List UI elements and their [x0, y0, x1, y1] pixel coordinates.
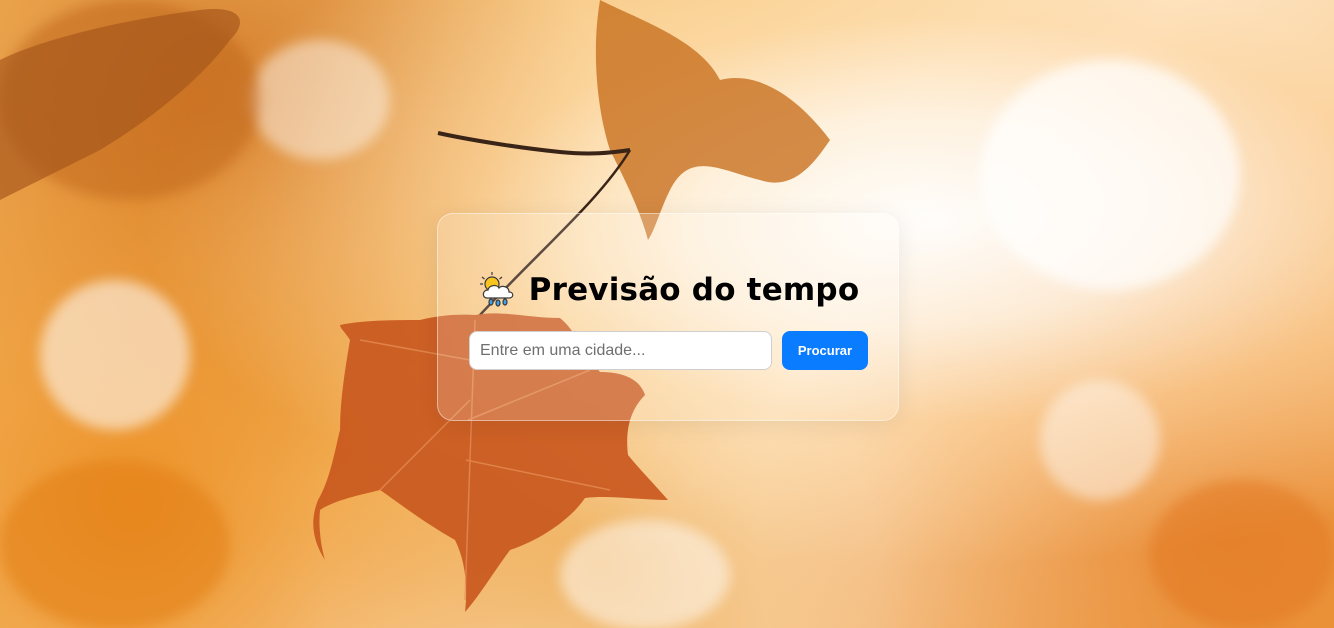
- twig: [437, 131, 631, 156]
- search-button[interactable]: Procurar: [782, 331, 868, 370]
- weather-card: Previsão do tempo Procurar: [437, 213, 899, 421]
- corner-leaf: [0, 9, 240, 200]
- page-title: Previsão do tempo: [528, 272, 860, 308]
- cloud-sun-rain-icon: [477, 270, 517, 310]
- city-search-input[interactable]: [469, 331, 772, 370]
- title-row: Previsão do tempo: [438, 270, 898, 310]
- search-row: Procurar: [469, 331, 868, 370]
- upper-leaf: [595, 0, 830, 240]
